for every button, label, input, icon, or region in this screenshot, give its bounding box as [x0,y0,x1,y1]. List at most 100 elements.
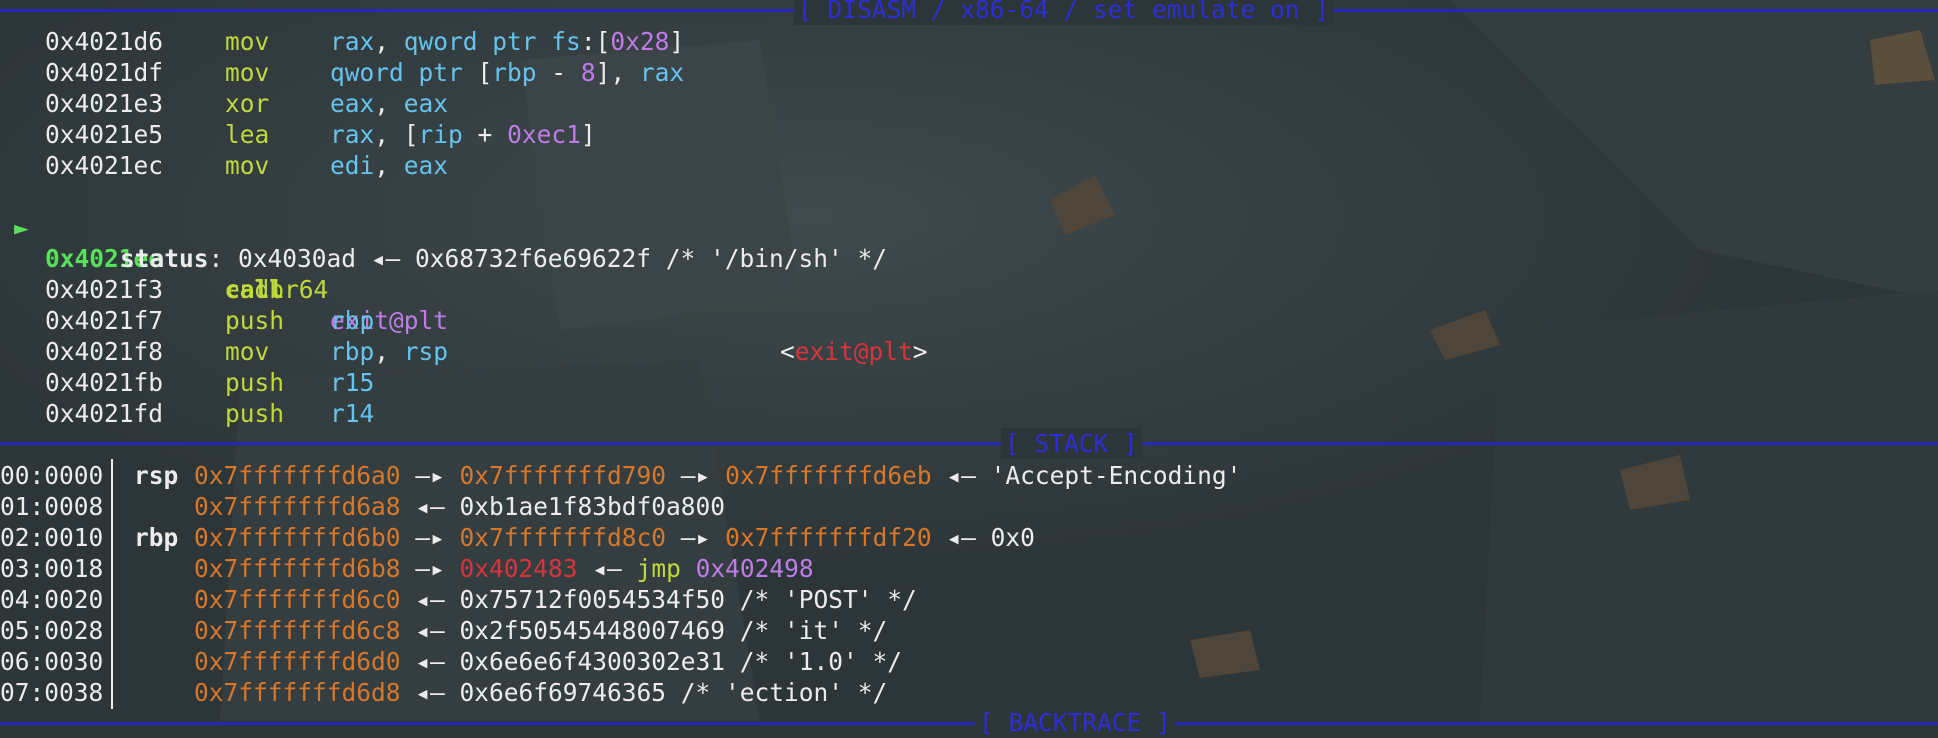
stack-chain-token: ◂— [577,554,637,583]
instruction-operands: rbp [330,305,374,336]
disasm-line[interactable]: 0x4021e3 xor eax, eax [0,88,900,119]
stack-offset: 04:0020 [0,585,104,614]
operand-token: , [374,89,404,118]
stack-value-chain: 0x7fffffffd6a0 —▸ 0x7fffffffd790 —▸ 0x7f… [194,460,1241,491]
operand-token: + [462,120,508,149]
disasm-header: [ DISASM / x86-64 / set emulate on ] [794,0,1334,25]
instruction-operands: rax, qword ptr fs:[0x28] [330,26,684,57]
disasm-line[interactable]: 0x4021df mov qword ptr [rbp - 8], rax [0,57,900,88]
instruction-mnemonic: push [225,399,285,428]
operand-token: rsp [403,337,449,366]
stack-chain-token: ◂— 'Accept-Encoding' [931,461,1242,490]
operand-token: , [374,337,404,366]
disasm-line[interactable]: 0x4021f8 mov rbp, rsp [0,336,900,367]
operand-token: fs [551,27,581,56]
stack-register: rbp [134,523,179,552]
stack-row[interactable]: 04:0020 0x7fffffffd6c0 ◂— 0x75712f0054534… [0,584,1400,615]
backtrace-header: [ BACKTRACE ] [975,707,1175,738]
instruction-operands: eax, eax [330,88,448,119]
stack-offset: 02:0010 [0,523,104,552]
stack-chain-token: ◂— 0x2f50545448007469 /* 'it' */ [400,616,888,645]
stack-chain-token: 0x402498 [695,554,814,583]
instruction-mnemonic: mov [225,337,270,366]
instruction-address: 0x4021ec [45,151,164,180]
stack-chain-token: 0x402483 [459,554,578,583]
operand-token: eax [330,89,375,118]
instruction-mnemonic: mov [225,151,270,180]
stack-offset: 07:0038 [0,678,104,707]
call-argument: status: 0x4030ad ◂— 0x68732f6e69622f /* … [120,243,887,274]
instruction-operands: r15 [330,367,374,398]
argument-name: status [120,244,209,273]
stack-value-chain: 0x7fffffffd6b8 —▸ 0x402483 ◂— jmp 0x4024… [194,553,814,584]
disasm-line[interactable]: 0x4021f7 push rbp [0,305,900,336]
instruction-mnemonic: endbr64 [225,275,329,304]
operand-token: rbp [330,306,375,335]
stack-chain-token: 0x7fffffffd6b0 [194,523,401,552]
disasm-line[interactable]: 0x4021ec mov edi, eax [0,150,900,181]
disasm-line[interactable]: 0x4021f3 endbr64 [0,274,900,305]
stack-chain-token [681,554,696,583]
stack-value-chain: 0x7fffffffd6a8 ◂— 0xb1ae1f83bdf0a800 [194,491,725,522]
stack-row[interactable]: 05:0028 0x7fffffffd6c8 ◂— 0x2f50545448007… [0,615,1400,646]
stack-chain-token: —▸ [400,523,460,552]
stack-chain-token: —▸ [400,461,460,490]
operand-token: 0xec1 [507,120,581,149]
instruction-address: 0x4021d6 [45,27,164,56]
operand-token: rbp [492,58,537,87]
instruction-mnemonic: push [225,306,285,335]
stack-row[interactable]: 07:0038 0x7fffffffd6d8 ◂— 0x6e6f69746365 … [0,677,1400,708]
stack-row[interactable]: 00:0000 rsp 0x7fffffffd6a0 —▸ 0x7fffffffd7… [0,460,1400,491]
stack-row[interactable]: 01:0008 0x7fffffffd6a8 ◂— 0xb1ae1f83bdf0a… [0,491,1400,522]
call-target-close: > [912,337,928,366]
stack-value-chain: 0x7fffffffd6d8 ◂— 0x6e6f69746365 /* 'ect… [194,677,887,708]
stack-chain-token: 0x7fffffffd6c8 [194,616,401,645]
instruction-mnemonic: xor [225,89,270,118]
instruction-address: 0x4021fb [45,368,164,397]
instruction-operands: rbp, rsp [330,336,448,367]
operand-token: [ [477,58,493,87]
operand-token: 8 [580,58,596,87]
operand-token: edi [330,151,375,180]
disasm-line[interactable]: 0x4021e5 lea rax, [rip + 0xec1] [0,119,900,150]
disasm-current-line[interactable]: ► 0x4021ee call exit@plt <exit@plt> [0,181,1000,366]
instruction-address: 0x4021f8 [45,337,164,366]
stack-offset: 03:0018 [0,554,104,583]
stack-chain-token: 0x7fffffffd6b8 [194,554,401,583]
stack-value-chain: 0x7fffffffd6b0 —▸ 0x7fffffffd8c0 —▸ 0x7f… [194,522,1035,553]
stack-chain-token: 0x7fffffffd6a0 [194,461,401,490]
instruction-mnemonic: mov [225,58,270,87]
stack-chain-token: ◂— 0x75712f0054534f50 /* 'POST' */ [400,585,917,614]
stack-chain-token: 0x7fffffffd790 [459,461,667,490]
stack-chain-token: —▸ [400,554,460,583]
operand-token: :[ [580,27,611,56]
disasm-line[interactable]: 0x4021fd push r14 [0,398,900,429]
stack-row[interactable]: 02:0010 rbp 0x7fffffffd6b0 —▸ 0x7fffffffd8… [0,522,1400,553]
instruction-operands: r14 [330,398,374,429]
disasm-line[interactable]: 0x4021fb push r15 [0,367,900,398]
instruction-mnemonic: push [225,368,285,397]
stack-chain-token: —▸ [666,461,726,490]
operand-token: r14 [330,399,375,428]
operand-token: , [374,27,404,56]
operand-token: , [ [374,120,419,149]
stack-offset: 05:0028 [0,616,104,645]
stack-offset: 00:0000 [0,461,104,490]
operand-token: r15 [330,368,375,397]
instruction-address: 0x4021f7 [45,306,164,335]
disasm-line[interactable]: 0x4021d6 mov rax, qword ptr fs:[0x28] [0,26,900,57]
stack-chain-token: 0x7fffffffdf20 [725,523,932,552]
stack-chain-token: ◂— 0x0 [931,523,1035,552]
instruction-address: 0x4021fd [45,399,164,428]
stack-value-chain: 0x7fffffffd6c8 ◂— 0x2f50545448007469 /* … [194,615,887,646]
operand-token: rbp [330,337,375,366]
instruction-address: 0x4021e3 [45,89,164,118]
stack-offset: 06:0030 [0,647,104,676]
instruction-address: 0x4021f3 [45,275,164,304]
stack-row[interactable]: 06:0030 0x7fffffffd6d0 ◂— 0x6e6e6f4300302… [0,646,1400,677]
stack-chain-token: 0x7fffffffd8c0 [459,523,667,552]
stack-row[interactable]: 03:0018 0x7fffffffd6b8 —▸ 0x402483 ◂— jmp… [0,553,1400,584]
operand-token: , [374,151,404,180]
operand-token: rax [639,58,685,87]
instruction-mnemonic: lea [225,120,270,149]
